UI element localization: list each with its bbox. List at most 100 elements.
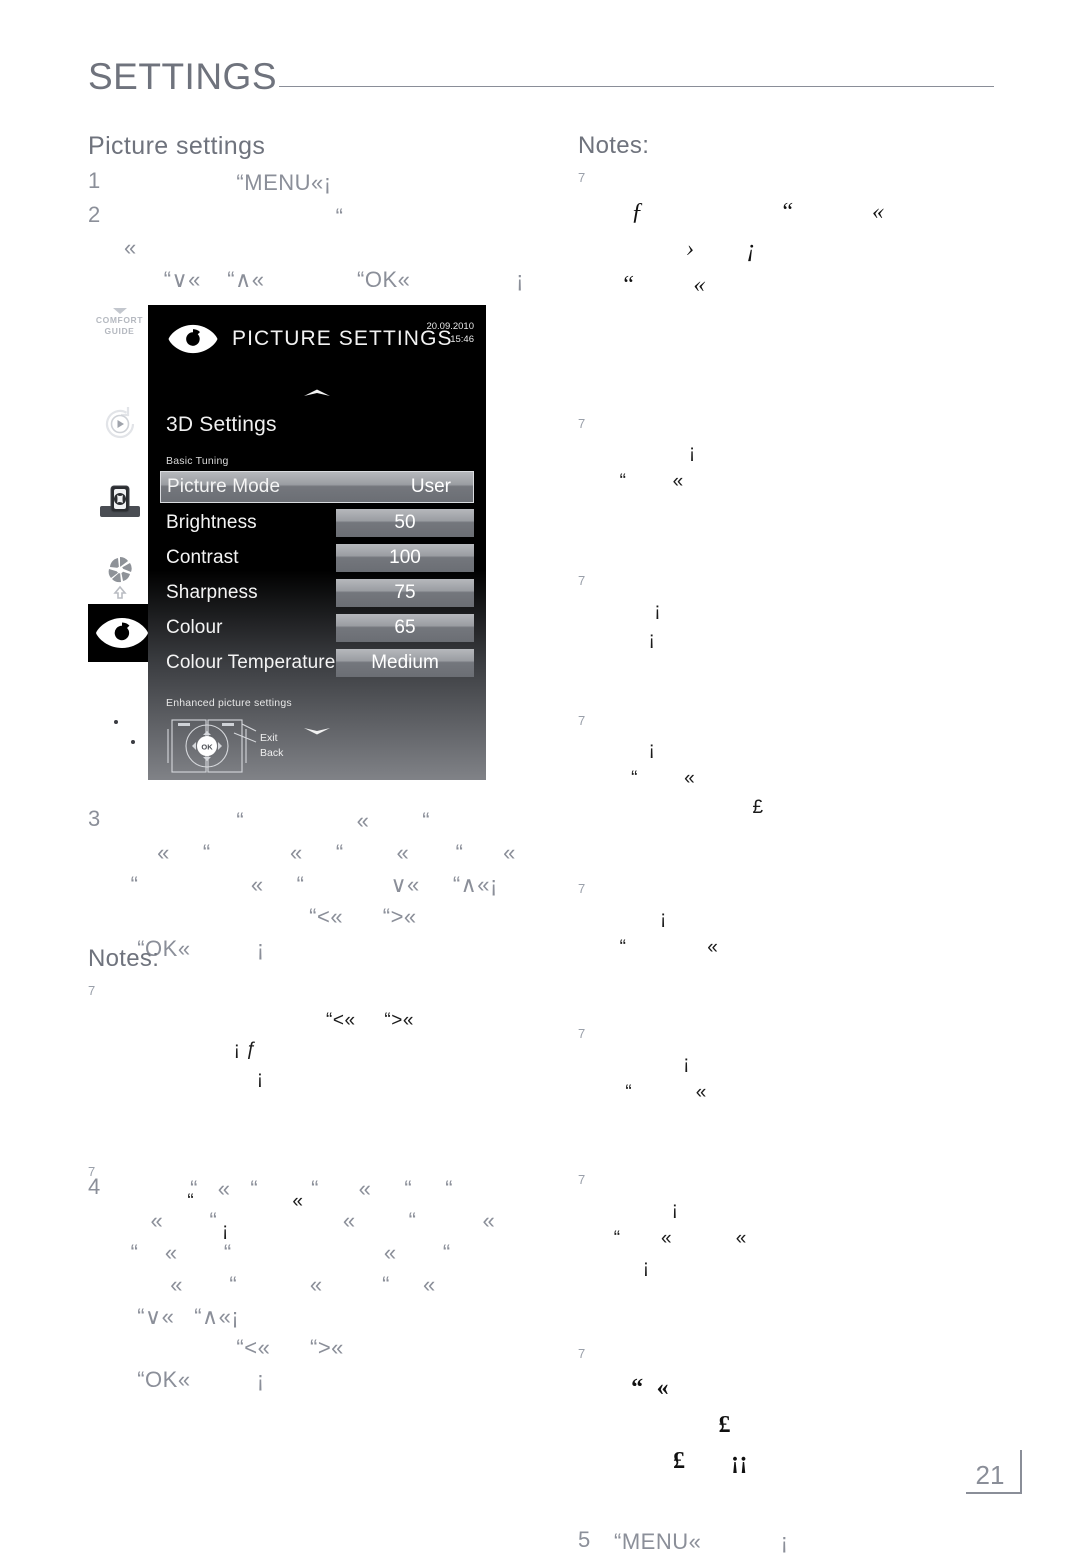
sidebar-item-picture-settings[interactable] bbox=[88, 604, 156, 662]
step-5-number: 5 bbox=[578, 1527, 591, 1553]
comfort-guide-line2: GUIDE bbox=[104, 325, 135, 336]
tv-row-colour[interactable]: Colour 65 bbox=[160, 613, 474, 643]
tv-group-label-basic-tuning: Basic Tuning bbox=[166, 455, 229, 467]
tv-row-sharpness[interactable]: Sharpness 75 bbox=[160, 578, 474, 608]
tv-row-picture-mode[interactable]: Picture Mode User bbox=[160, 471, 474, 503]
navpad-icon: OK bbox=[167, 719, 257, 773]
tv-screen: PICTURE SETTINGS 20.09.2010 15:46 3D Set… bbox=[148, 305, 486, 780]
tv-row-value: 50 bbox=[336, 509, 474, 537]
sidebar-item-media-playback[interactable] bbox=[88, 396, 151, 452]
tv-date: 20.09.2010 bbox=[426, 321, 474, 332]
step-4-number: 4 bbox=[88, 1174, 101, 1199]
tv-row-contrast[interactable]: Contrast 100 bbox=[160, 543, 474, 573]
note-text: “ « £ £ ¡¡ bbox=[631, 1375, 748, 1475]
sidebar-item-external-sources[interactable] bbox=[88, 476, 151, 532]
navpad-back-label: Back bbox=[260, 747, 284, 760]
right-note-item: 7 ¡ “ « bbox=[578, 411, 998, 527]
right-note-item: 7 ƒ “ « › ¡ “ « bbox=[578, 165, 998, 332]
step-2-number: 2 bbox=[88, 201, 101, 227]
svg-text:OK: OK bbox=[201, 743, 213, 752]
media-device-icon bbox=[99, 485, 140, 517]
left-notes-heading: Notes: bbox=[88, 945, 160, 972]
tv-row-label: Colour bbox=[166, 617, 223, 638]
note-text: ¡ “ « bbox=[619, 907, 719, 958]
tv-row-label: Brightness bbox=[166, 512, 257, 533]
right-notes-heading: Notes: bbox=[578, 132, 650, 159]
tv-menu-title: PICTURE SETTINGS bbox=[232, 327, 453, 350]
step-4: 4 “ « “ “ « “ “ « “ « “ « “ « “ « “ « “ … bbox=[88, 1173, 538, 1396]
step-3-body: “ « “ « “ « “ « “ « “ « “ ∨« “∧«¡ “<« “>… bbox=[130, 808, 516, 961]
note-marker: 7 bbox=[578, 170, 586, 186]
note-text: ¡ “ « bbox=[625, 1053, 707, 1104]
eye-icon bbox=[96, 618, 148, 648]
note-text: ¡ “ « « ¡ bbox=[613, 1198, 747, 1278]
tv-datetime: 20.09.2010 15:46 bbox=[426, 321, 474, 347]
note-marker: 7 bbox=[578, 712, 586, 728]
tv-row-value: 65 bbox=[336, 614, 474, 642]
right-note-item: 7 ¡ “ « £ bbox=[578, 708, 998, 852]
chevron-up-icon[interactable] bbox=[302, 387, 332, 399]
note-marker: 7 bbox=[578, 1026, 586, 1042]
left-note-item: 7 “<« “>« ¡ ƒ ¡ bbox=[88, 978, 538, 1122]
tv-row-value: 100 bbox=[336, 544, 474, 572]
step-5-body: “MENU« ¡ bbox=[614, 1529, 789, 1555]
right-note-item: 7 ¡ “ « bbox=[578, 876, 998, 992]
step-3: 3 “ « “ « “ « “ « “ « “ « “ ∨« “∧«¡ “<« … bbox=[88, 805, 538, 964]
comfort-guide-line1: COMFORT bbox=[95, 315, 144, 325]
colour-wheel-icon bbox=[108, 557, 132, 599]
navpad-exit-label: Exit bbox=[260, 732, 278, 744]
tv-settings-list: Picture Mode User Brightness 50 Contrast… bbox=[160, 471, 474, 683]
right-note-item: 7 ¡ “ « « ¡ bbox=[578, 1167, 998, 1311]
note-marker: 7 bbox=[578, 415, 586, 431]
left-column: Picture settings 1 “MENU«¡ 2 “ « “∨« “∧«… bbox=[88, 132, 538, 1392]
play-circle-icon bbox=[105, 407, 134, 439]
eye-logo-icon bbox=[168, 324, 218, 354]
right-note-item: 7 “ « £ £ ¡¡ bbox=[578, 1341, 998, 1508]
figure-dot bbox=[131, 740, 135, 744]
tv-row-label: Colour Temperature bbox=[166, 652, 336, 673]
tv-row-label: Contrast bbox=[166, 547, 239, 568]
note-text: ¡ “ « £ bbox=[631, 739, 764, 819]
note-marker: 7 bbox=[578, 1171, 586, 1187]
right-column: Notes: 7 ƒ “ « › ¡ “ « 7 ¡ “ « 7 ¡ ¡ 7 ¡ … bbox=[578, 132, 998, 1554]
tv-screen-content: PICTURE SETTINGS 20.09.2010 15:46 3D Set… bbox=[148, 305, 486, 780]
section-heading-picture-settings: Picture settings bbox=[88, 132, 266, 160]
page-header: SETTINGS bbox=[88, 52, 994, 104]
navpad-labels: Exit Back bbox=[260, 731, 283, 761]
right-note-item: 7 ¡ “ « bbox=[578, 1021, 998, 1137]
note-marker: 7 bbox=[578, 880, 586, 896]
tv-row-label: Picture Mode bbox=[167, 476, 281, 497]
tv-navpad-diagram: OK Exit Back bbox=[164, 717, 334, 775]
note-text: ¡ “ « bbox=[619, 442, 696, 493]
tv-menu-figure: COMFORT GUIDE PICTURE SETTINGS 20.09.201… bbox=[88, 300, 488, 782]
note-text: “<« “>« ¡ ƒ ¡ bbox=[233, 1010, 414, 1090]
step-4-body: “ « “ “ « “ “ « “ « “ « “ « “ « “ « “ « … bbox=[130, 1176, 496, 1393]
step-3-number: 3 bbox=[88, 806, 101, 831]
tv-time: 15:46 bbox=[450, 333, 474, 345]
tv-row-colour-temperature[interactable]: Colour Temperature Medium bbox=[160, 648, 474, 678]
tv-sidebar: COMFORT GUIDE bbox=[88, 300, 156, 782]
step-1-body: “MENU«¡ bbox=[124, 169, 332, 195]
note-marker: 7 bbox=[578, 573, 586, 589]
step-1: 1 “MENU«¡ bbox=[88, 167, 538, 199]
title-rule bbox=[279, 85, 994, 87]
tv-row-value: Medium bbox=[336, 649, 474, 677]
step-5: 5 “MENU« ¡ bbox=[578, 1526, 998, 1558]
tv-group-label-enhanced-picture-settings: Enhanced picture settings bbox=[166, 697, 292, 709]
tv-row-value: User bbox=[410, 476, 451, 497]
tv-submenu-3d-settings[interactable]: 3D Settings bbox=[166, 413, 277, 437]
step-1-number: 1 bbox=[88, 167, 101, 193]
note-marker: 7 bbox=[88, 983, 96, 999]
tv-row-value: 75 bbox=[336, 579, 474, 607]
page-number: 21 bbox=[975, 1460, 1005, 1490]
triangle-down-icon bbox=[112, 308, 127, 314]
note-marker: 7 bbox=[578, 1346, 586, 1362]
page-title: SETTINGS bbox=[88, 55, 278, 97]
tv-row-brightness[interactable]: Brightness 50 bbox=[160, 508, 474, 538]
right-note-item: 7 ¡ ¡ bbox=[578, 568, 998, 684]
comfort-guide-label: COMFORT GUIDE bbox=[88, 308, 151, 336]
sidebar-item-settings-wheel[interactable] bbox=[88, 548, 151, 604]
page-number-box: 21 bbox=[966, 1450, 1022, 1494]
tv-row-label: Sharpness bbox=[166, 582, 258, 603]
note-text: ƒ “ « › ¡ “ « bbox=[621, 199, 885, 299]
